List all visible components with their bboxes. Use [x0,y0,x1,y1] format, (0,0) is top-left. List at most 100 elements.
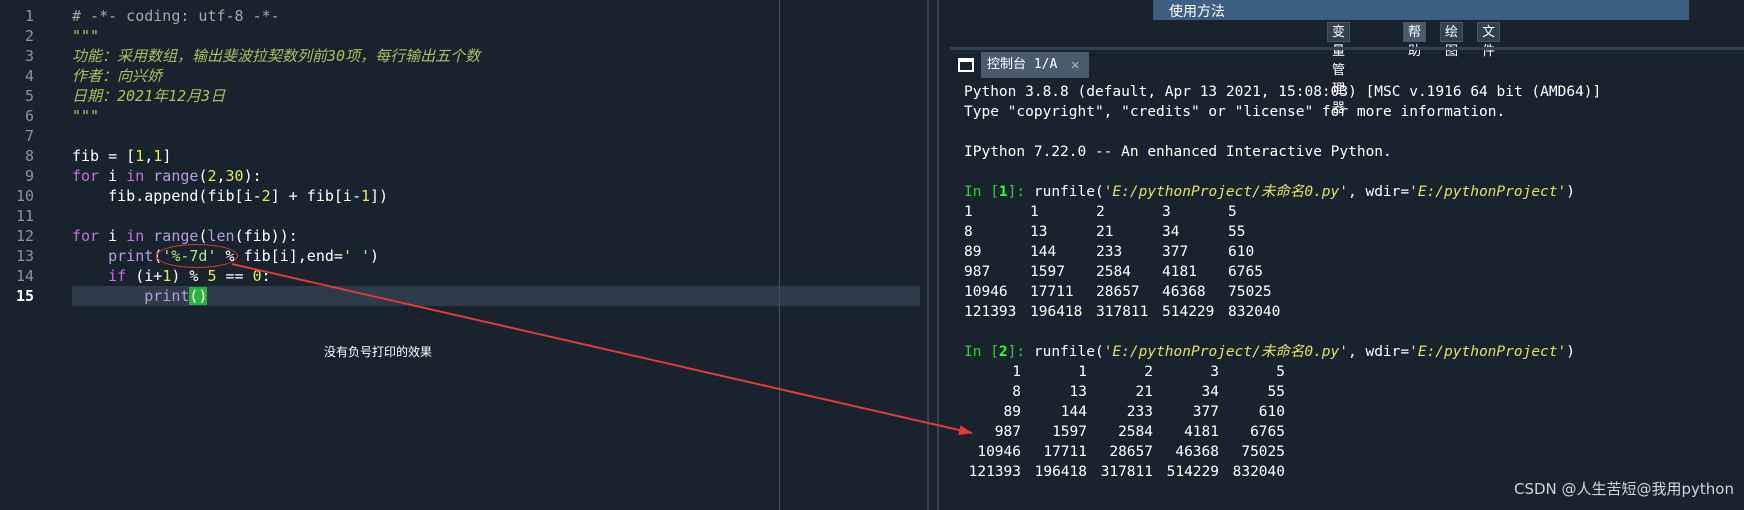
prompt-mid: , wdir= [1348,184,1410,200]
output-cell: 832040 [1232,464,1285,480]
tab-console[interactable]: 控制台 1/A ✕ [981,52,1089,78]
code-token: range [153,167,199,185]
output-cell: 1 [1012,364,1021,380]
output-cell: 5 [1276,364,1285,380]
output-cell: 75025 [1241,444,1285,460]
code-token: """ [72,107,100,125]
code-token: (i+ [126,267,163,285]
line-number: 9 [24,167,34,185]
line-number: 11 [15,207,34,225]
code-token: 5 [207,267,217,285]
code-token: , [144,147,154,165]
output-cell: 1 [964,204,973,220]
splitter-bar [937,0,939,510]
output-cell: 610 [1228,244,1255,260]
code-token: in [126,227,145,245]
code-line: print() [72,286,208,306]
code-token: 日期：2021年12月3日 [72,87,226,105]
code-token: i [99,167,127,185]
browse-tabs-icon[interactable] [958,58,974,72]
edge-line [779,0,780,510]
code-token: 30 [225,167,244,185]
code-token: 2 [207,167,217,185]
tab-pane-0[interactable]: 变量管理器 [1327,22,1351,116]
code-token: 功能：采用数组，输出斐波拉契数列前30项，每行输出五个数 [72,47,481,65]
output-cell: 1597 [1030,264,1065,280]
code-line: """ [72,26,99,46]
output-cell: 121393 [964,304,1017,320]
output-cell: 10946 [977,444,1021,460]
code-token: () [189,287,208,305]
code-token: if [108,267,127,285]
code-token: for [72,227,100,245]
output-cell: 28657 [1109,444,1153,460]
output-cell: 1 [1078,364,1087,380]
line-number: 1 [24,7,34,25]
watermark: CSDN @人生苦短@我用python [1513,480,1734,498]
output-cell: 21 [1135,384,1153,400]
prompt-end: ) [1566,184,1575,200]
code-token: i [99,227,127,245]
ipython-console[interactable]: Python 3.8.8 (default, Apr 13 2021, 15:0… [950,80,1744,510]
console-tabbar: 控制台 1/A ✕ [950,50,1744,80]
output-cell: 89 [964,244,982,260]
prompt-in: In [ [964,184,999,200]
output-cell: 89 [1003,404,1021,420]
code-line: for i in range(2,30): [72,166,262,186]
output-cell: 377 [1162,244,1189,260]
code-line: """ [72,106,99,126]
output-cell: 3 [1210,364,1219,380]
code-token: ' ' [342,247,371,265]
prompt-call: runfile( [1025,184,1104,200]
line-number: 13 [15,247,34,265]
code-token: fib.append(fib[i- [72,187,262,205]
output-cell: 987 [964,264,991,280]
console-banner-line: Python 3.8.8 (default, Apr 13 2021, 15:0… [964,84,1602,100]
prompt-end: ) [1566,344,1575,360]
code-token: in [126,167,145,185]
prompt-number: 2 [998,344,1008,360]
code-token: print [144,287,190,305]
output-cell: 4181 [1162,264,1197,280]
code-token: 1 [361,187,371,205]
console-banner-line: IPython 7.22.0 -- An enhanced Interactiv… [964,144,1392,160]
close-icon[interactable]: ✕ [1071,52,1079,78]
line-number: 4 [24,67,34,85]
line-number: 3 [24,47,34,65]
code-token: : [261,267,271,285]
pane-splitter[interactable] [920,0,950,510]
output-cell: 8 [964,224,973,240]
code-editor[interactable]: 1 2 3 4 5 6 7 8 9 10 11 12 13 14 15 # -*- coding: utf-… [0,0,920,510]
output-cell: 46368 [1175,444,1219,460]
output-cell: 13 [1030,224,1048,240]
tab-pane-1[interactable]: 帮助 [1403,22,1427,59]
line-number: 15 [15,287,34,305]
right-pane: 使用方法 变量管理器 帮助 绘图 文件 控制台 1/A ✕ Python 3.8.8 … [950,0,1744,510]
code-token: 0 [252,267,262,285]
annotation-circle [156,244,238,268]
output-cell: 144 [1030,244,1057,260]
line-number: 6 [24,107,34,125]
code-line: if (i+1) % 5 == 0: [72,266,271,286]
code-token: 1 [162,267,172,285]
help-banner: 使用方法 [1153,0,1689,20]
code-token: len [207,227,235,245]
tab-pane-3[interactable]: 文件 [1477,22,1501,59]
tab-pane-2[interactable]: 绘图 [1440,22,1464,59]
console-tab-label: 控制台 1/A [987,57,1058,72]
code-token: (fib)): [234,227,298,245]
output-cell: 610 [1258,404,1285,420]
help-banner-text: 使用方法 [1169,4,1225,20]
line-number-gutter: 1 2 3 4 5 6 7 8 9 10 11 12 13 14 15 [0,0,68,510]
output-cell: 144 [1060,404,1087,420]
output-cell: 4181 [1184,424,1219,440]
output-cell: 3 [1162,204,1171,220]
code-token: """ [72,27,100,45]
line-number: 2 [24,27,34,45]
code-token: for [72,167,100,185]
code-token: # -*- coding: utf-8 -*- [72,7,280,25]
output-cell: 2 [1096,204,1105,220]
code-token: ]) [370,187,389,205]
